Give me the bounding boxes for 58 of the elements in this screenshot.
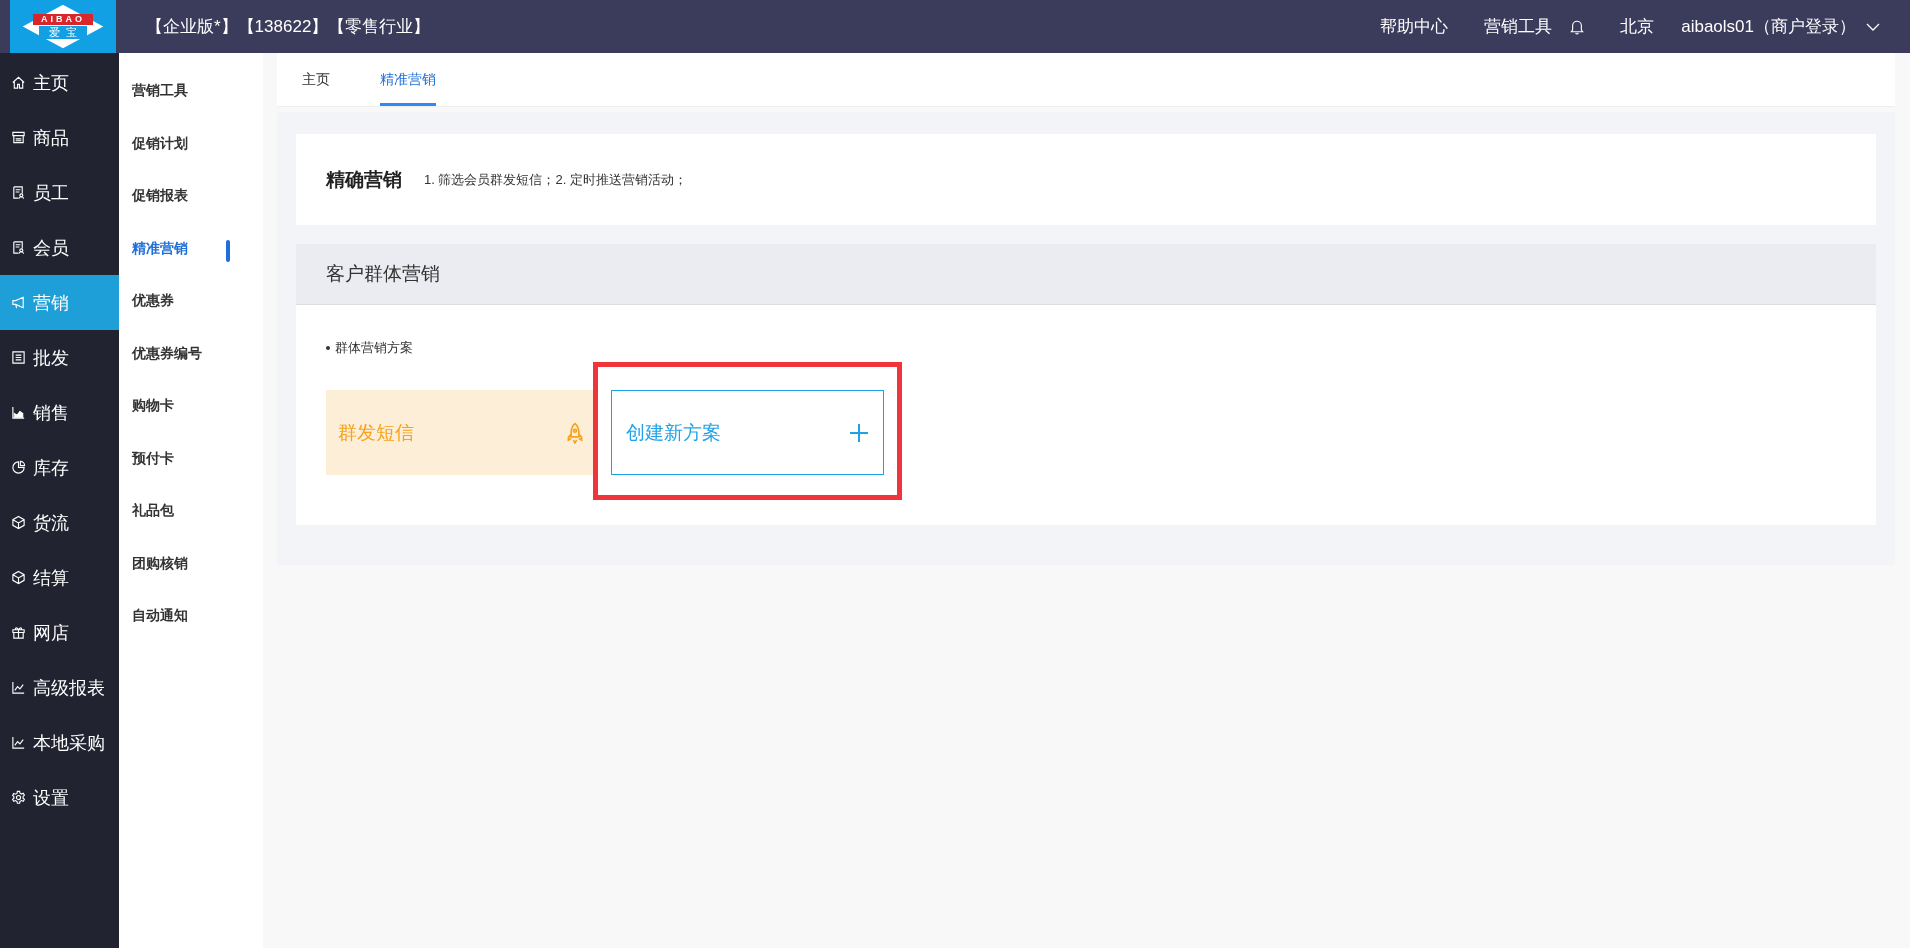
nav-item[interactable]: 库存	[0, 440, 119, 495]
plus-icon	[849, 422, 869, 443]
intro-title: 精确营销	[326, 167, 402, 192]
caret-icon[interactable]	[1866, 22, 1880, 31]
bell-icon[interactable]	[1570, 18, 1585, 35]
submenu-item[interactable]: 促销报表	[119, 170, 263, 223]
bullet-text: 群体营销方案	[335, 339, 413, 357]
home-icon	[11, 75, 26, 90]
nav-item[interactable]: 销售	[0, 385, 119, 440]
nav-item[interactable]: 商品	[0, 110, 119, 165]
nav-item[interactable]: 会员	[0, 220, 119, 275]
city-label[interactable]: 北京	[1620, 15, 1655, 38]
nav-item[interactable]: 主页	[0, 55, 119, 110]
logo-subtext: 爱 宝	[38, 26, 88, 39]
submenu-item[interactable]: 营销工具	[119, 65, 263, 118]
line-icon	[11, 680, 26, 695]
nav-item[interactable]: 结算	[0, 550, 119, 605]
nav-item[interactable]: 设置	[0, 770, 119, 825]
nav-item[interactable]: 高级报表	[0, 660, 119, 715]
submenu-item[interactable]: 优惠券编号	[119, 327, 263, 380]
submenu-item[interactable]: 团购核销	[119, 537, 263, 590]
logo-text: AIBAO	[33, 14, 93, 25]
section-title: 客户群体营销	[326, 262, 440, 286]
gear-icon	[11, 790, 26, 805]
nav-item[interactable]: 本地采购	[0, 715, 119, 770]
badge-icon	[11, 185, 26, 200]
submenu-item[interactable]: 礼品包	[119, 485, 263, 538]
account-title: 【企业版*】【138622】【零售行业】	[146, 16, 431, 38]
submenu-item[interactable]: 精准营销	[119, 222, 263, 275]
submenu-item[interactable]: 优惠券	[119, 275, 263, 328]
submenu-item[interactable]: 自动通知	[119, 590, 263, 643]
pie-icon	[11, 460, 26, 475]
logo[interactable]: AIBAO 爱 宝	[10, 0, 116, 53]
gift-icon	[11, 625, 26, 640]
cube-icon	[11, 515, 26, 530]
megaphone-icon	[11, 295, 26, 310]
user-menu[interactable]: aibaols01（商户登录）	[1681, 15, 1856, 38]
nav-item[interactable]: 网店	[0, 605, 119, 660]
area-icon	[11, 405, 26, 420]
submenu-item[interactable]: 购物卡	[119, 380, 263, 433]
header-link[interactable]: 营销工具	[1484, 15, 1553, 38]
header-link[interactable]: 帮助中心	[1380, 15, 1449, 38]
store-icon	[11, 130, 26, 145]
tab[interactable]: 主页	[302, 53, 330, 106]
bullet-icon	[326, 346, 330, 350]
list-icon	[11, 350, 26, 365]
intro-description: 1. 筛选会员群发短信；2. 定时推送营销活动；	[424, 170, 687, 189]
nav-item[interactable]: 货流	[0, 495, 119, 550]
tab[interactable]: 精准营销	[380, 53, 436, 106]
active-indicator	[226, 239, 230, 262]
nav-item[interactable]: 员工	[0, 165, 119, 220]
line-icon	[11, 735, 26, 750]
submenu-item[interactable]: 促销计划	[119, 117, 263, 170]
submenu-item[interactable]: 预付卡	[119, 432, 263, 485]
badge-icon	[11, 240, 26, 255]
cube-icon	[11, 570, 26, 585]
rocket-icon	[566, 421, 584, 444]
nav-item[interactable]: 批发	[0, 330, 119, 385]
